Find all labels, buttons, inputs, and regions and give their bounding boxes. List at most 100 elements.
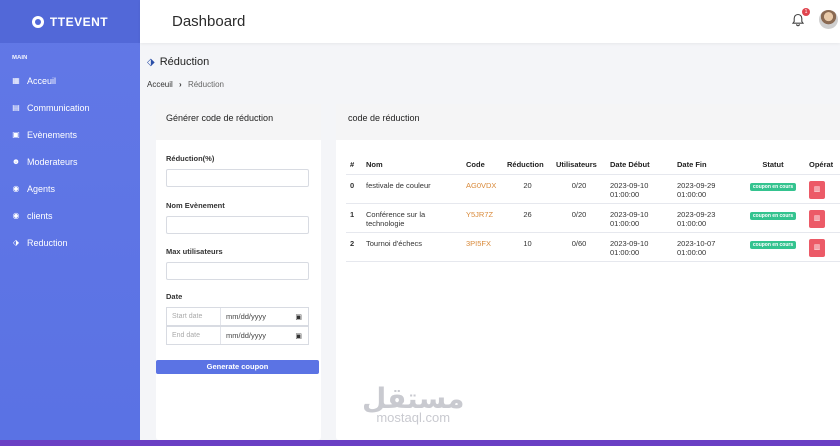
row-index: 1: [350, 210, 355, 219]
status-badge: coupon en cours: [749, 183, 797, 191]
row-reduction: 26: [523, 210, 532, 219]
column-header: Statut: [762, 159, 784, 169]
chevron-right-icon: ›: [179, 80, 182, 89]
table-row: 0 festivale de couleur AG0VDX 20 0/20 20…: [346, 174, 840, 204]
table-card-title: code de réduction: [336, 104, 840, 140]
row-name: Tournoi d'échecs: [366, 239, 423, 248]
sidebar-section-label: MAIN: [12, 55, 28, 61]
delete-button[interactable]: ▥: [809, 210, 825, 228]
breadcrumb-current: Réduction: [187, 80, 224, 89]
end-date-label: End date: [167, 327, 221, 344]
table-row: 2 Tournoi d'échecs 3PI5FX 10 0/60 2023-0…: [346, 232, 840, 262]
end-date-input[interactable]: mm/dd/yyyy: [221, 331, 295, 340]
tag-icon: ⬗: [12, 237, 20, 247]
brand-name: TTEVENT: [49, 14, 109, 29]
sidebar-item-agents[interactable]: ◉ Agents: [0, 175, 140, 202]
row-users: 0/60: [571, 239, 587, 248]
sidebar-item-label: Reduction: [27, 237, 68, 248]
start-date-input[interactable]: mm/dd/yyyy: [221, 312, 295, 321]
column-header: Réduction: [507, 159, 544, 169]
trash-icon: ▥: [813, 215, 821, 222]
sidebar-item-moderateurs[interactable]: ☻ Moderateurs: [0, 148, 140, 175]
trash-icon: ▥: [813, 244, 821, 251]
row-end-date: 2023-09-29 01:00:00: [677, 181, 716, 199]
status-badge: coupon en cours: [749, 212, 797, 220]
sidebar-item-clients[interactable]: ◉ clients: [0, 202, 140, 229]
message-icon: ▤: [12, 102, 20, 112]
grid-icon: ▦: [12, 75, 20, 85]
row-users: 0/20: [571, 181, 587, 190]
row-name: Conférence sur la technologie: [366, 210, 426, 228]
column-header: Date Fin: [677, 159, 707, 169]
brand[interactable]: TTEVENT: [0, 0, 140, 43]
trash-icon: ▥: [813, 186, 821, 193]
form-card-title: Générer code de réduction: [156, 104, 321, 140]
watermark-latin: mostaql.com: [376, 410, 451, 425]
start-date-label: Start date: [167, 308, 221, 325]
row-start-date: 2023-09-10 01:00:00: [610, 210, 649, 228]
breadcrumb: Acceuil › Réduction: [147, 80, 224, 89]
logo-icon: [31, 15, 44, 28]
sidebar-nav: ▦ Acceuil ▤ Communication ▣ Evènements ☻…: [0, 67, 140, 256]
coupon-table: # Nom Code Réduction Utilisateurs Date D…: [346, 154, 840, 262]
status-badge: coupon en cours: [749, 241, 797, 249]
row-end-date: 2023-10-07 01:00:00: [677, 239, 716, 257]
row-users: 0/20: [571, 210, 587, 219]
sidebar-item-reduction[interactable]: ⬗ Reduction: [0, 229, 140, 256]
notification-button[interactable]: 1: [791, 8, 810, 27]
sidebar-item-label: Agents: [27, 183, 56, 194]
sidebar-item-label: clients: [27, 210, 53, 221]
coupon-form-card: Générer code de réduction Réduction(%) N…: [156, 104, 321, 440]
column-header: #: [350, 159, 355, 169]
row-reduction: 10: [523, 239, 532, 248]
row-code: Y5JR7Z: [466, 210, 494, 219]
avatar[interactable]: [819, 10, 838, 29]
app-window: TTEVENT MAIN ▦ Acceuil ▤ Communication ▣…: [0, 0, 840, 440]
row-code: AG0VDX: [466, 181, 497, 190]
reduction-label: Réduction(%): [166, 154, 215, 163]
page-heading: ⬗ Réduction: [147, 56, 209, 68]
event-name-label: Nom Evènement: [166, 201, 225, 210]
table-row: 1 Conférence sur la technologie Y5JR7Z 2…: [346, 203, 840, 233]
page-header-title: Dashboard: [172, 13, 246, 30]
event-name-input[interactable]: [166, 216, 309, 234]
page-title: Réduction: [159, 56, 210, 68]
calendar-icon[interactable]: ▣: [295, 332, 302, 340]
sidebar-item-acceuil[interactable]: ▦ Acceuil: [0, 67, 140, 94]
sidebar-item-communication[interactable]: ▤ Communication: [0, 94, 140, 121]
sidebar-item-evenements[interactable]: ▣ Evènements: [0, 121, 140, 148]
date-label: Date: [166, 292, 183, 301]
delete-button[interactable]: ▥: [809, 239, 825, 257]
sidebar-item-label: Evènements: [27, 129, 78, 140]
row-index: 2: [350, 239, 355, 248]
calendar-icon: ▣: [12, 129, 20, 139]
row-name: festivale de couleur: [366, 181, 431, 190]
row-reduction: 20: [523, 181, 532, 190]
watermark: مستقل mostaql.com: [362, 384, 464, 426]
calendar-icon[interactable]: ▣: [295, 313, 302, 321]
breadcrumb-home[interactable]: Acceuil: [147, 80, 173, 89]
column-header: Code: [466, 159, 485, 169]
start-date-field[interactable]: Start date mm/dd/yyyy ▣: [166, 307, 309, 326]
sidebar-item-label: Acceuil: [27, 75, 57, 86]
row-start-date: 2023-09-10 01:00:00: [610, 239, 649, 257]
agent-icon: ◉: [12, 183, 20, 193]
client-icon: ◉: [12, 210, 20, 220]
column-header: Date Début: [610, 159, 650, 169]
reduction-input[interactable]: [166, 169, 309, 187]
sidebar: TTEVENT MAIN ▦ Acceuil ▤ Communication ▣…: [0, 0, 140, 440]
generate-coupon-button[interactable]: Generate coupon: [156, 360, 319, 374]
column-header: Opérat: [809, 159, 834, 169]
tag-icon: ⬗: [147, 56, 155, 68]
end-date-field[interactable]: End date mm/dd/yyyy ▣: [166, 326, 309, 345]
column-header: Utilisateurs: [556, 159, 597, 169]
max-users-input[interactable]: [166, 262, 309, 280]
sidebar-item-label: Moderateurs: [27, 156, 78, 167]
column-header: Nom: [366, 159, 383, 169]
row-start-date: 2023-09-10 01:00:00: [610, 181, 649, 199]
delete-button[interactable]: ▥: [809, 181, 825, 199]
topbar: Dashboard 1: [140, 0, 840, 43]
user-icon: ☻: [11, 156, 21, 166]
sidebar-item-label: Communication: [27, 102, 90, 113]
table-header-row: # Nom Code Réduction Utilisateurs Date D…: [346, 154, 840, 175]
